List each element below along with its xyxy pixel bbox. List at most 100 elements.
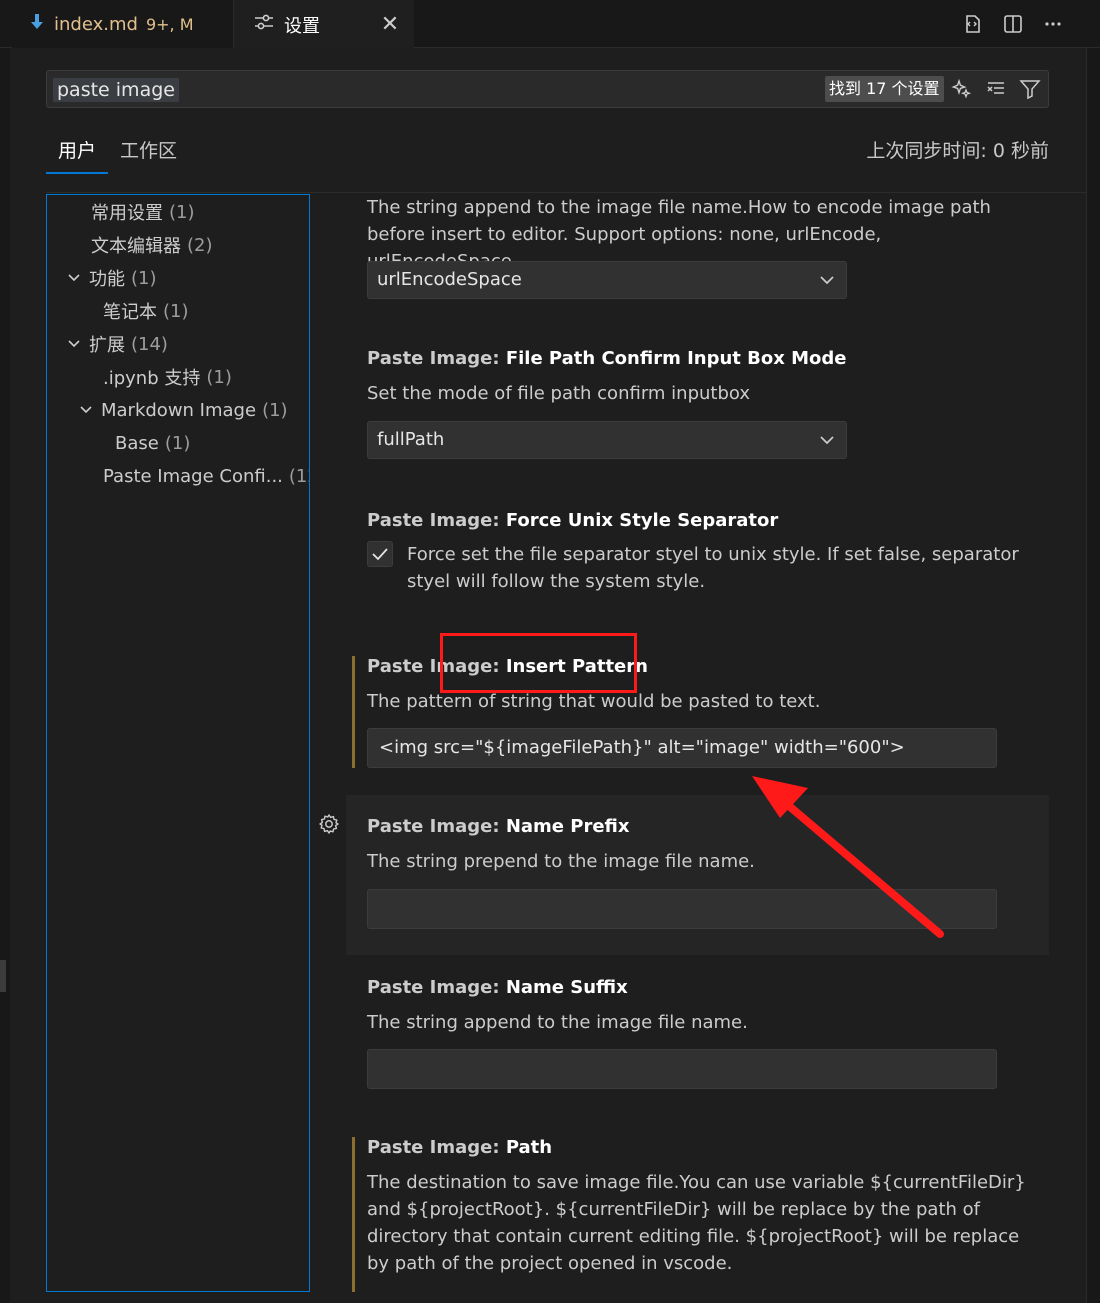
open-settings-json-icon[interactable] <box>960 8 986 40</box>
toc-label: 扩展 <box>89 335 125 356</box>
settings-list: The string append to the image file name… <box>346 194 1050 1292</box>
insert-pattern-input[interactable]: <img src="${imageFilePath}" alt="image" … <box>367 728 997 768</box>
toc-item-base[interactable]: Base (1) <box>115 428 190 458</box>
setting-key: Name Suffix <box>505 977 628 998</box>
setting-category: Paste Image: <box>367 1137 506 1158</box>
setting-encode-path: The string append to the image file name… <box>346 194 1050 324</box>
scroll-marker <box>0 960 6 992</box>
tab-status-badge: 9+, M <box>145 14 194 34</box>
clear-filter-icon[interactable] <box>984 76 1008 102</box>
settings-search-box: paste image 找到 17 个设置 <box>46 70 1049 108</box>
name-prefix-input[interactable] <box>367 889 997 929</box>
setting-title: Paste Image: Name Suffix <box>367 977 628 998</box>
modified-indicator <box>352 1137 355 1292</box>
tab-label: index.md <box>54 13 138 35</box>
setting-path: Paste Image: Path The destination to sav… <box>346 1133 1050 1292</box>
toc-count: (14) <box>131 333 168 355</box>
editor-actions <box>960 8 1066 40</box>
name-suffix-input[interactable] <box>367 1049 997 1089</box>
setting-force-unix-separator: Paste Image: Force Unix Style Separator … <box>346 504 1050 604</box>
toc-item-ipynb[interactable]: .ipynb 支持 (1) <box>103 362 232 392</box>
toc-label: 文本编辑器 <box>91 236 181 257</box>
chevron-down-icon <box>820 276 834 285</box>
editor-tab-bar: index.md 9+, M 设置 ✕ <box>0 0 1100 48</box>
toc-label: Markdown Image <box>101 399 257 421</box>
setting-name-prefix: Paste Image: Name Prefix The string prep… <box>346 812 1050 942</box>
more-actions-icon[interactable] <box>1040 8 1066 40</box>
setting-description: The destination to save image file.You c… <box>367 1172 1026 1274</box>
setting-title: Paste Image: File Path Confirm Input Box… <box>367 348 847 369</box>
settings-scope-tabs: 用户 工作区 上次同步时间: 0 秒前 <box>46 128 1049 174</box>
confirm-mode-select[interactable]: fullPath <box>367 421 847 459</box>
toc-label: 功能 <box>89 269 125 290</box>
toc-count: (12) <box>288 465 309 487</box>
markdown-download-icon <box>30 13 44 36</box>
setting-category: Paste Image: <box>367 510 506 531</box>
setting-description: The string prepend to the image file nam… <box>367 851 755 872</box>
chevron-down-icon <box>77 401 95 419</box>
filter-icon[interactable] <box>1018 76 1042 102</box>
result-count-badge: 找到 17 个设置 <box>825 76 944 102</box>
setting-category: Paste Image: <box>367 816 506 837</box>
setting-title: Paste Image: Name Prefix <box>367 816 629 837</box>
setting-key: Name Prefix <box>505 816 630 837</box>
setting-title: Paste Image: Path <box>367 1137 552 1158</box>
toc-item-paste-image-config[interactable]: Paste Image Confi...(12) <box>103 461 309 491</box>
chevron-down-icon <box>65 335 83 353</box>
tab-workspace[interactable]: 工作区 <box>120 136 177 163</box>
toc-label: Paste Image Confi... <box>103 465 283 487</box>
search-input[interactable]: paste image <box>53 78 179 102</box>
setting-key: File Path Confirm Input Box Mode <box>505 348 847 369</box>
setting-file-path-confirm-mode: Paste Image: File Path Confirm Input Box… <box>346 344 1050 474</box>
toc-count: (1) <box>131 267 157 289</box>
setting-name-suffix: Paste Image: Name Suffix The string appe… <box>346 973 1050 1103</box>
last-sync-status: 上次同步时间: 0 秒前 <box>866 140 1049 162</box>
setting-title: Paste Image: Force Unix Style Separator <box>367 510 778 531</box>
split-editor-icon[interactable] <box>1000 8 1026 40</box>
toc-count: (1) <box>262 399 288 421</box>
annotation-highlight-box <box>440 633 637 693</box>
toc-count: (1) <box>164 432 191 454</box>
tab-label: 设置 <box>284 15 320 37</box>
toc-item-features[interactable]: 功能 (1) <box>65 263 157 293</box>
toc-label: .ipynb 支持 <box>103 368 201 389</box>
toc-label: 常用设置 <box>91 203 163 224</box>
setting-description: The string append to the image file name… <box>367 1012 748 1033</box>
setting-category: Paste Image: <box>367 348 506 369</box>
tab-user[interactable]: 用户 <box>58 136 96 163</box>
toc-item-text-editor[interactable]: 文本编辑器 (2) <box>91 230 213 260</box>
setting-key: Force Unix Style Separator <box>505 510 779 531</box>
chevron-down-icon <box>820 436 834 445</box>
search-toolbar <box>950 76 1042 102</box>
close-icon[interactable]: ✕ <box>378 13 402 37</box>
force-unix-checkbox[interactable] <box>367 541 393 567</box>
checkmark-icon <box>372 548 388 561</box>
toc-count: (1) <box>163 300 189 322</box>
toc-item-notebook[interactable]: 笔记本 (1) <box>103 296 189 326</box>
gear-icon[interactable] <box>318 813 340 835</box>
toc-count: (1) <box>169 201 195 223</box>
tab-settings[interactable]: 设置 ✕ <box>234 0 414 48</box>
toc-count: (1) <box>206 366 232 388</box>
toc-count: (2) <box>187 234 213 256</box>
toc-item-common[interactable]: 常用设置 (1) <box>91 197 195 227</box>
setting-key: Path <box>505 1137 553 1158</box>
encode-path-select[interactable]: urlEncodeSpace <box>367 261 847 299</box>
setting-description: Set the mode of file path confirm inputb… <box>367 383 750 404</box>
vscode-settings-window: index.md 9+, M 设置 ✕ paste image 找到 17 个设… <box>0 0 1100 1303</box>
setting-category: Paste Image: <box>367 977 506 998</box>
settings-toc-tree: 常用设置 (1) 文本编辑器 (2) 功能 (1) 笔记本 (1) 扩展 (14) .ip… <box>46 194 310 1292</box>
activity-edge <box>0 48 10 1303</box>
modified-indicator <box>352 656 355 768</box>
tab-index-md[interactable]: index.md 9+, M <box>12 0 234 48</box>
select-value: fullPath <box>377 429 445 450</box>
settings-sliders-icon <box>254 14 274 35</box>
header-divider <box>46 192 1086 193</box>
active-tab-underline <box>46 172 108 174</box>
editor-scrollbar[interactable] <box>1086 48 1100 1303</box>
toc-item-extensions[interactable]: 扩展 (14) <box>65 329 168 359</box>
toc-label: 笔记本 <box>103 302 157 323</box>
ai-sparkle-icon[interactable] <box>950 76 974 102</box>
toc-item-markdown-image[interactable]: Markdown Image (1) <box>77 395 288 425</box>
chevron-down-icon <box>65 269 83 287</box>
